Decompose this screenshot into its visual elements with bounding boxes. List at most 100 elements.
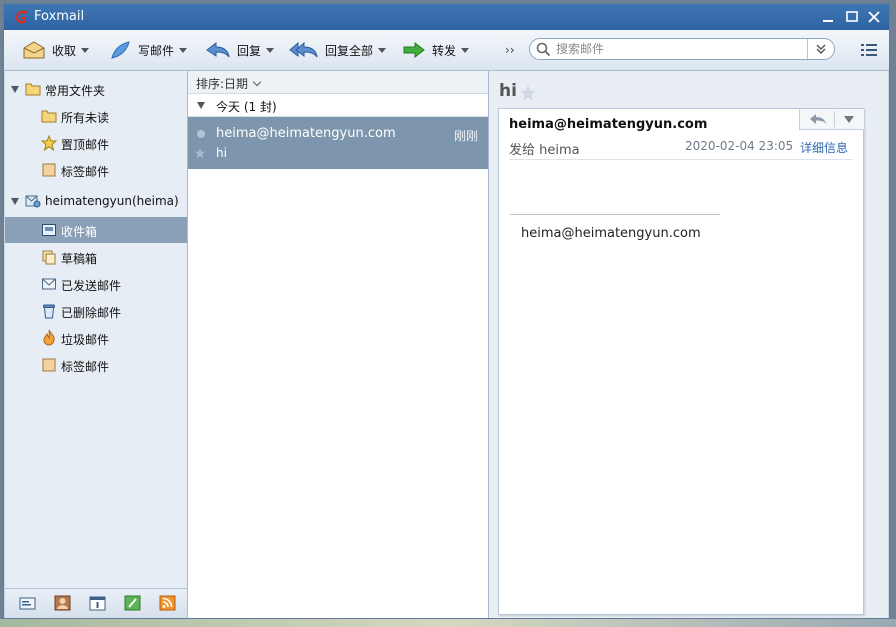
reading-pane: hi heima@heimatengyun.com 发给 heima 2020-… <box>489 71 888 618</box>
desktop-background <box>0 619 896 627</box>
bookmark-icon <box>42 163 56 177</box>
sort-chevron-icon[interactable] <box>252 77 262 87</box>
reply-all-arrow-icon <box>289 41 318 58</box>
sidebar-footer <box>5 588 187 618</box>
receive-dropdown-icon[interactable] <box>81 47 90 53</box>
star-outline-icon[interactable] <box>519 84 537 102</box>
notes-icon[interactable] <box>124 595 141 611</box>
folder-icon <box>41 110 57 123</box>
window-title: Foxmail <box>34 9 85 24</box>
sidebar-item-label: 置顶邮件 <box>61 138 110 152</box>
forward-arrow-icon <box>403 41 425 59</box>
sidebar-item-pinned[interactable]: 置顶邮件 <box>5 130 187 156</box>
reply-label: 回复 <box>237 43 262 58</box>
sidebar-item-junk[interactable]: 垃圾邮件 <box>5 325 187 351</box>
foxmail-window: Foxmail 收取 写邮件 回复 回复全部 转发 ›› 搜索邮件 常用文件夹 … <box>3 3 890 619</box>
read-status-dot-icon[interactable] <box>197 130 205 138</box>
search-options-button[interactable] <box>807 39 834 59</box>
compose-button[interactable]: 写邮件 <box>108 39 188 61</box>
reply-all-label: 回复全部 <box>325 43 374 58</box>
compose-dropdown-icon[interactable] <box>179 47 188 53</box>
title-bar[interactable]: Foxmail <box>4 4 889 30</box>
trash-icon <box>43 304 55 319</box>
sidebar-item-tagged[interactable]: 标签邮件 <box>5 352 187 378</box>
mail-group-today[interactable]: 今天 (1 封) <box>188 94 488 117</box>
sidebar-item-drafts[interactable]: 草稿箱 <box>5 244 187 270</box>
double-chevron-down-icon <box>816 44 826 54</box>
forward-button[interactable]: 转发 <box>402 39 470 61</box>
mail-view-icon[interactable] <box>19 595 36 611</box>
account-group[interactable]: heimatengyun(heima) <box>5 188 187 214</box>
drafts-icon <box>42 250 56 265</box>
expand-triangle-icon[interactable] <box>11 198 19 205</box>
sidebar-item-label: 已删除邮件 <box>61 306 122 320</box>
toolbar: 收取 写邮件 回复 回复全部 转发 ›› 搜索邮件 <box>4 30 889 71</box>
folder-icon <box>25 83 41 96</box>
message-body: heima@heimatengyun.com <box>521 226 701 241</box>
more-tools-button[interactable]: ›› <box>505 43 515 57</box>
foxmail-logo-icon <box>16 10 27 24</box>
forward-dropdown-icon[interactable] <box>461 47 470 53</box>
star-icon <box>41 135 57 151</box>
main-menu-icon[interactable] <box>861 43 877 57</box>
details-link[interactable]: 详细信息 <box>800 139 848 156</box>
compose-label: 写邮件 <box>138 43 175 58</box>
receive-label: 收取 <box>52 43 77 58</box>
sidebar-item-label: 已发送邮件 <box>61 279 122 293</box>
mail-list-item[interactable]: heima@heimatengyun.com 刚刚 hi <box>188 117 488 169</box>
sidebar-item-deleted[interactable]: 已删除邮件 <box>5 298 187 324</box>
sidebar-item-label: 草稿箱 <box>61 252 98 266</box>
sidebar-item-unread[interactable]: 所有未读 <box>5 103 187 129</box>
account-icon <box>25 195 41 208</box>
more-actions-dropdown-icon[interactable] <box>844 116 854 123</box>
expand-triangle-icon[interactable] <box>11 86 19 93</box>
reply-arrow-icon[interactable] <box>809 112 827 126</box>
forward-label: 转发 <box>432 43 457 58</box>
calendar-icon[interactable] <box>89 595 106 611</box>
minimize-icon[interactable] <box>819 8 837 26</box>
reply-all-button[interactable]: 回复全部 <box>289 39 387 61</box>
favorites-group[interactable]: 常用文件夹 <box>5 76 187 102</box>
folder-sidebar: 常用文件夹 所有未读 置顶邮件 标签邮件 heimatengyun(heima)… <box>5 71 188 618</box>
reply-button[interactable]: 回复 <box>205 39 275 61</box>
receive-button[interactable]: 收取 <box>22 39 90 61</box>
group-label: 今天 (1 封) <box>216 100 277 114</box>
reader-from[interactable]: heima@heimatengyun.com <box>509 117 707 132</box>
sidebar-item-label: 标签邮件 <box>61 165 110 179</box>
mail-time: 刚刚 <box>453 129 478 143</box>
reply-dropdown-icon[interactable] <box>266 47 275 53</box>
sidebar-item-label: 收件箱 <box>61 225 98 239</box>
reply-all-dropdown-icon[interactable] <box>378 47 387 53</box>
quill-pen-icon <box>111 41 130 59</box>
account-label: heimatengyun(heima) <box>45 194 179 208</box>
sidebar-item-tagged-fav[interactable]: 标签邮件 <box>5 157 187 183</box>
mail-subject: hi <box>216 146 227 160</box>
search-input[interactable] <box>556 41 802 57</box>
search-icon <box>536 42 551 57</box>
body-rule <box>510 214 720 215</box>
search-box <box>529 38 835 60</box>
actions-divider <box>834 111 835 127</box>
maximize-icon[interactable] <box>843 8 861 26</box>
message-actions <box>799 109 865 130</box>
rss-feed-icon[interactable] <box>159 595 176 611</box>
sidebar-item-sent[interactable]: 已发送邮件 <box>5 271 187 297</box>
reply-arrow-icon <box>206 41 230 58</box>
inbox-icon <box>42 224 56 236</box>
sent-mail-icon <box>42 278 56 290</box>
bookmark-icon <box>42 358 56 372</box>
message-card: heima@heimatengyun.com 发给 heima 2020-02-… <box>498 108 865 615</box>
mail-list: 排序:日期 今天 (1 封) heima@heimatengyun.com 刚刚… <box>188 71 489 618</box>
flame-icon <box>43 329 55 346</box>
star-outline-icon[interactable] <box>194 147 206 159</box>
sidebar-item-label: 所有未读 <box>61 111 110 125</box>
reader-to: 发给 heima <box>509 143 580 158</box>
sort-bar[interactable]: 排序:日期 <box>188 71 488 94</box>
mail-sender: heima@heimatengyun.com <box>216 126 396 141</box>
collapse-triangle-icon[interactable] <box>197 102 205 109</box>
close-icon[interactable] <box>865 8 883 26</box>
contacts-icon[interactable] <box>54 595 71 611</box>
reader-date: 2020-02-04 23:05 <box>685 139 794 153</box>
header-divider <box>509 159 853 160</box>
sidebar-item-inbox[interactable]: 收件箱 <box>5 217 187 243</box>
